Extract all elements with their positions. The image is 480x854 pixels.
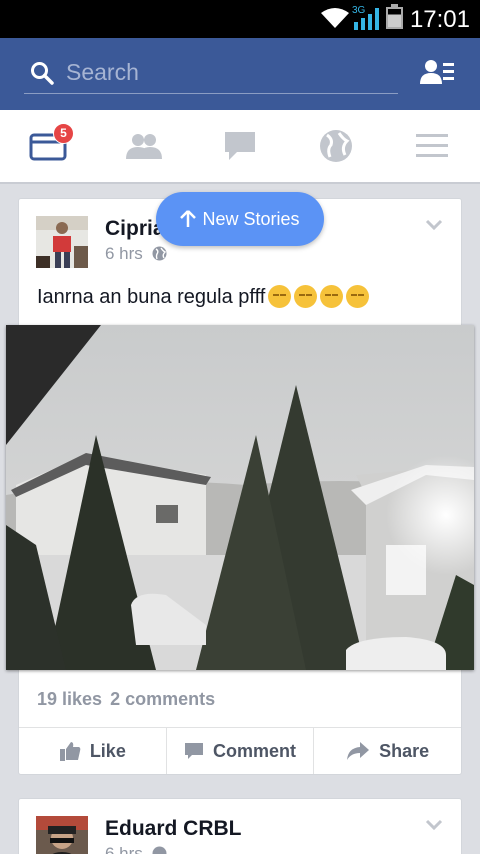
post-meta: 6 hrs xyxy=(105,844,167,854)
clock: 17:01 xyxy=(409,6,470,33)
menu-icon xyxy=(416,134,448,157)
post-author[interactable]: Eduard CRBL xyxy=(105,817,242,841)
tab-friends[interactable] xyxy=(96,110,192,182)
emoji-icon xyxy=(268,285,292,308)
share-arrow-icon xyxy=(347,742,370,760)
arrow-up-icon xyxy=(180,210,197,227)
emoji-icon xyxy=(320,285,344,308)
post-meta: 6 hrs xyxy=(105,244,167,264)
likes-count[interactable]: 19 likes xyxy=(37,689,102,709)
avatar[interactable] xyxy=(36,816,88,854)
post-counts: 19 likes 2 comments xyxy=(37,689,215,710)
post-time[interactable]: 6 hrs xyxy=(105,844,143,854)
emoji-icon xyxy=(346,285,370,308)
network-type-label: 3G xyxy=(352,5,366,16)
search-placeholder: Search xyxy=(66,59,139,85)
emoji-icon xyxy=(294,285,318,308)
notification-badge: 5 xyxy=(53,123,74,144)
post-options-chevron-icon[interactable] xyxy=(425,219,443,231)
like-label: Like xyxy=(89,740,126,761)
share-button[interactable]: Share xyxy=(314,728,461,774)
friend-requests-icon[interactable] xyxy=(420,58,456,88)
friends-icon xyxy=(126,134,162,159)
top-header: Search xyxy=(0,38,480,110)
new-stories-button[interactable]: New Stories xyxy=(156,192,324,246)
battery-icon xyxy=(386,4,403,29)
post-time[interactable]: 6 hrs xyxy=(105,244,143,263)
tab-notifications[interactable] xyxy=(288,110,384,182)
tab-bar: 5 xyxy=(0,110,480,184)
share-label: Share xyxy=(379,740,430,761)
comment-label: Comment xyxy=(213,740,297,761)
tab-news-feed[interactable]: 5 xyxy=(0,110,96,182)
post-actions: Like Comment Share xyxy=(19,727,461,774)
avatar[interactable] xyxy=(36,216,88,268)
search-input[interactable]: Search xyxy=(24,54,398,94)
comment-button[interactable]: Comment xyxy=(167,728,315,774)
thumbs-up-icon xyxy=(59,742,81,761)
status-bar: 3G 17:01 xyxy=(0,0,480,38)
new-stories-label: New Stories xyxy=(202,208,300,229)
post-text-body: Ianrna an buna regula pfff xyxy=(37,286,266,308)
public-globe-icon xyxy=(152,846,167,854)
public-globe-icon xyxy=(152,246,167,261)
signal-icon: 3G xyxy=(352,4,380,37)
tab-messages[interactable] xyxy=(192,110,288,182)
tab-more-menu[interactable] xyxy=(384,110,480,182)
search-icon xyxy=(31,62,54,85)
globe-icon xyxy=(320,130,352,162)
comments-count[interactable]: 2 comments xyxy=(110,689,215,709)
messages-icon xyxy=(225,132,255,160)
post-options-chevron-icon[interactable] xyxy=(425,819,443,831)
comment-icon xyxy=(185,743,203,759)
wifi-icon xyxy=(321,8,349,28)
post-card: Eduard CRBL 6 hrs xyxy=(18,798,462,854)
post-photo[interactable] xyxy=(6,325,474,670)
post-text: Ianrna an buna regula pfff xyxy=(37,285,370,309)
like-button[interactable]: Like xyxy=(19,728,167,774)
